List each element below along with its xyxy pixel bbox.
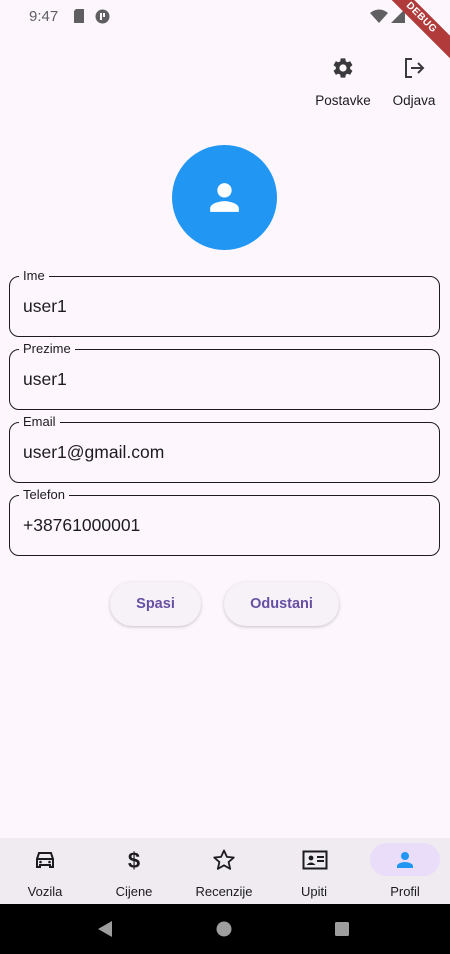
sd-card-icon	[74, 9, 84, 23]
nav-label: Vozila	[27, 884, 63, 899]
star-icon	[213, 849, 235, 870]
nav-item-upiti[interactable]: Upiti	[269, 838, 359, 904]
dollar-icon: $	[128, 848, 140, 872]
nav-item-recenzije[interactable]: Recenzije	[179, 838, 269, 904]
first-name-input[interactable]	[23, 277, 423, 336]
last-name-input[interactable]	[23, 350, 423, 409]
save-button[interactable]: Spasi	[110, 582, 201, 626]
car-icon	[36, 852, 54, 868]
nav-item-profil[interactable]: Profil	[360, 838, 450, 904]
home-icon[interactable]	[216, 921, 232, 937]
contact-card-icon	[302, 850, 328, 870]
phone-field[interactable]: Telefon	[9, 487, 440, 556]
logout-icon	[405, 58, 425, 78]
phone-input[interactable]	[23, 496, 423, 555]
last-name-field[interactable]: Prezime	[9, 341, 440, 410]
email-field[interactable]: Email	[9, 414, 440, 483]
gear-icon	[333, 58, 353, 78]
system-navigation-bar	[0, 904, 450, 954]
nav-label: Cijene	[115, 884, 153, 899]
nav-label: Profil	[390, 884, 420, 899]
bottom-navigation: Vozila $ Cijene Recenzije Upiti Profil	[0, 838, 450, 904]
cancel-button[interactable]: Odustani	[224, 582, 339, 626]
avatar[interactable]	[172, 145, 277, 250]
logout-button[interactable]: Odjava	[390, 56, 438, 108]
nav-item-cijene[interactable]: $ Cijene	[89, 838, 179, 904]
logout-label: Odjava	[392, 93, 436, 108]
app-notification-icon	[95, 9, 110, 24]
nav-item-vozila[interactable]: Vozila	[0, 838, 90, 904]
status-time: 9:47	[29, 8, 59, 25]
nav-label: Recenzije	[195, 884, 253, 899]
first-name-field[interactable]: Ime	[9, 268, 440, 337]
nav-label: Upiti	[300, 884, 327, 899]
svg-text:$: $	[128, 848, 140, 872]
wifi-icon	[370, 9, 388, 23]
person-icon	[210, 183, 239, 212]
settings-button[interactable]: Postavke	[312, 56, 374, 108]
active-indicator	[370, 843, 440, 876]
back-icon[interactable]	[97, 921, 113, 937]
email-input[interactable]	[23, 423, 423, 482]
person-icon	[397, 852, 413, 868]
status-bar: 9:47 DEBUG	[0, 0, 450, 63]
settings-label: Postavke	[315, 93, 371, 108]
recents-icon[interactable]	[334, 921, 350, 937]
